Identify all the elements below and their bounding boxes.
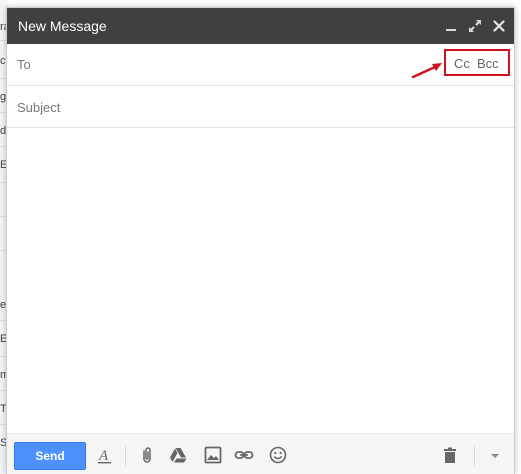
cc-link[interactable]: Cc	[454, 56, 470, 72]
trash-icon[interactable]	[440, 445, 460, 465]
subject-row	[7, 86, 514, 128]
expand-icon[interactable]	[466, 17, 484, 35]
drive-icon[interactable]	[168, 445, 188, 465]
subject-input[interactable]	[17, 96, 497, 118]
to-label: To	[17, 57, 31, 72]
close-icon[interactable]	[490, 17, 508, 35]
link-icon[interactable]	[234, 445, 254, 465]
screen: ra ca gi d E e E m T S New Message	[0, 0, 521, 474]
bcc-link[interactable]: Bcc	[477, 56, 499, 72]
compose-toolbar: Send A	[7, 433, 514, 474]
minimize-icon[interactable]	[442, 17, 460, 35]
emoji-icon[interactable]	[268, 445, 288, 465]
toolbar-divider	[474, 446, 475, 466]
to-row: To Cc Bcc	[7, 44, 514, 86]
compose-window: New Message To Cc Bcc Subject Send A	[6, 7, 515, 474]
annotation-arrow-icon	[411, 63, 442, 79]
text-format-icon[interactable]: A	[95, 445, 115, 465]
attachment-icon[interactable]	[137, 445, 157, 465]
toolbar-divider	[125, 446, 126, 466]
chevron-down-icon[interactable]	[485, 445, 505, 465]
cc-bcc-highlight: Cc Bcc	[444, 49, 510, 76]
compose-title: New Message	[18, 18, 107, 34]
send-button[interactable]: Send	[14, 442, 86, 470]
to-input[interactable]	[43, 54, 433, 76]
insert-photo-icon[interactable]	[203, 445, 223, 465]
svg-text:A: A	[98, 448, 109, 464]
compose-title-bar[interactable]: New Message	[7, 8, 514, 44]
message-body[interactable]	[7, 129, 514, 433]
